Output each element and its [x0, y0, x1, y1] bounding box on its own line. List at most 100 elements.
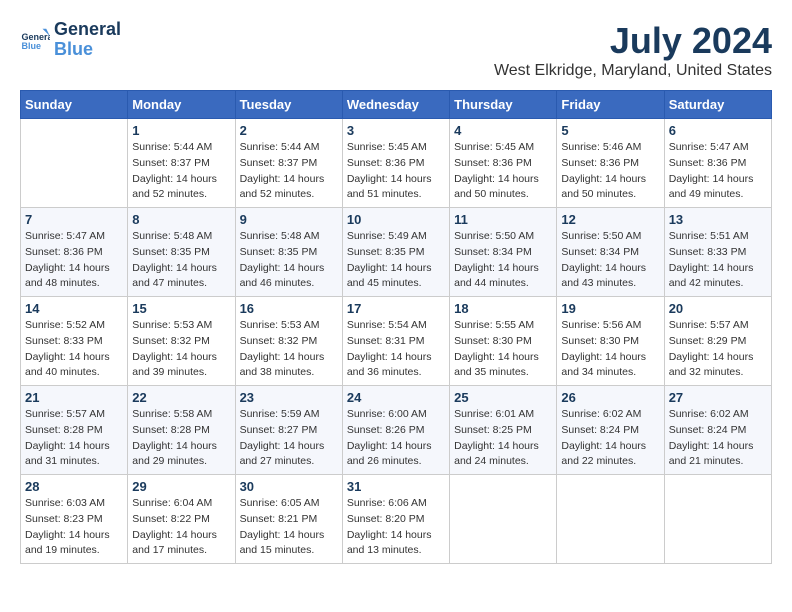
calendar-cell: 15 Sunrise: 5:53 AM Sunset: 8:32 PM Dayli… — [128, 297, 235, 386]
calendar-cell: 13 Sunrise: 5:51 AM Sunset: 8:33 PM Dayli… — [664, 208, 771, 297]
day-number: 5 — [561, 123, 659, 138]
calendar-cell: 4 Sunrise: 5:45 AM Sunset: 8:36 PM Daylig… — [450, 119, 557, 208]
day-number: 21 — [25, 390, 123, 405]
col-tuesday: Tuesday — [235, 91, 342, 119]
calendar-cell: 8 Sunrise: 5:48 AM Sunset: 8:35 PM Daylig… — [128, 208, 235, 297]
day-number: 16 — [240, 301, 338, 316]
day-info: Sunrise: 5:53 AM Sunset: 8:32 PM Dayligh… — [132, 318, 230, 381]
day-info: Sunrise: 5:54 AM Sunset: 8:31 PM Dayligh… — [347, 318, 445, 381]
calendar-cell: 6Sunrise: 5:47 AM Sunset: 8:36 PM Daylig… — [664, 119, 771, 208]
day-number: 28 — [25, 479, 123, 494]
day-number: 25 — [454, 390, 552, 405]
day-info: Sunrise: 6:03 AM Sunset: 8:23 PM Dayligh… — [25, 496, 123, 559]
col-friday: Friday — [557, 91, 664, 119]
week-row-3: 14 Sunrise: 5:52 AM Sunset: 8:33 PM Dayli… — [21, 297, 772, 386]
day-info: Sunrise: 5:46 AM Sunset: 8:36 PM Dayligh… — [561, 140, 659, 203]
week-row-4: 21Sunrise: 5:57 AM Sunset: 8:28 PM Dayli… — [21, 386, 772, 475]
day-info: Sunrise: 5:48 AM Sunset: 8:35 PM Dayligh… — [132, 229, 230, 292]
calendar-cell: 3Sunrise: 5:45 AM Sunset: 8:36 PM Daylig… — [342, 119, 449, 208]
day-number: 26 — [561, 390, 659, 405]
day-info: Sunrise: 6:00 AM Sunset: 8:26 PM Dayligh… — [347, 407, 445, 470]
day-number: 22 — [132, 390, 230, 405]
day-info: Sunrise: 6:04 AM Sunset: 8:22 PM Dayligh… — [132, 496, 230, 559]
calendar-cell: 12Sunrise: 5:50 AM Sunset: 8:34 PM Dayli… — [557, 208, 664, 297]
day-info: Sunrise: 5:58 AM Sunset: 8:28 PM Dayligh… — [132, 407, 230, 470]
day-info: Sunrise: 5:50 AM Sunset: 8:34 PM Dayligh… — [454, 229, 552, 292]
day-info: Sunrise: 5:59 AM Sunset: 8:27 PM Dayligh… — [240, 407, 338, 470]
calendar-cell: 18 Sunrise: 5:55 AM Sunset: 8:30 PM Dayli… — [450, 297, 557, 386]
day-info: Sunrise: 5:48 AM Sunset: 8:35 PM Dayligh… — [240, 229, 338, 292]
calendar-cell: 9Sunrise: 5:48 AM Sunset: 8:35 PM Daylig… — [235, 208, 342, 297]
day-number: 11 — [454, 212, 552, 227]
calendar-cell — [450, 475, 557, 564]
day-info: Sunrise: 5:55 AM Sunset: 8:30 PM Dayligh… — [454, 318, 552, 381]
day-number: 24 — [347, 390, 445, 405]
calendar-cell: 25 Sunrise: 6:01 AM Sunset: 8:25 PM Dayli… — [450, 386, 557, 475]
week-row-1: 1 Sunrise: 5:44 AM Sunset: 8:37 PM Daylig… — [21, 119, 772, 208]
col-saturday: Saturday — [664, 91, 771, 119]
calendar-cell: 16 Sunrise: 5:53 AM Sunset: 8:32 PM Dayli… — [235, 297, 342, 386]
week-row-2: 7 Sunrise: 5:47 AM Sunset: 8:36 PM Daylig… — [21, 208, 772, 297]
calendar-cell: 2 Sunrise: 5:44 AM Sunset: 8:37 PM Daylig… — [235, 119, 342, 208]
day-number: 10 — [347, 212, 445, 227]
day-number: 8 — [132, 212, 230, 227]
day-number: 29 — [132, 479, 230, 494]
month-year-title: July 2024 — [494, 20, 772, 62]
day-number: 20 — [669, 301, 767, 316]
day-info: Sunrise: 5:50 AM Sunset: 8:34 PM Dayligh… — [561, 229, 659, 292]
title-section: July 2024 West Elkridge, Maryland, Unite… — [494, 20, 772, 80]
calendar-cell: 31 Sunrise: 6:06 AM Sunset: 8:20 PM Dayli… — [342, 475, 449, 564]
day-number: 15 — [132, 301, 230, 316]
calendar-cell — [557, 475, 664, 564]
day-info: Sunrise: 5:49 AM Sunset: 8:35 PM Dayligh… — [347, 229, 445, 292]
calendar-cell: 24 Sunrise: 6:00 AM Sunset: 8:26 PM Dayli… — [342, 386, 449, 475]
day-info: Sunrise: 5:47 AM Sunset: 8:36 PM Dayligh… — [25, 229, 123, 292]
day-info: Sunrise: 5:44 AM Sunset: 8:37 PM Dayligh… — [132, 140, 230, 203]
day-number: 31 — [347, 479, 445, 494]
logo-icon: General Blue — [20, 25, 50, 55]
calendar-cell: 17 Sunrise: 5:54 AM Sunset: 8:31 PM Dayli… — [342, 297, 449, 386]
col-sunday: Sunday — [21, 91, 128, 119]
day-number: 4 — [454, 123, 552, 138]
day-info: Sunrise: 5:44 AM Sunset: 8:37 PM Dayligh… — [240, 140, 338, 203]
col-monday: Monday — [128, 91, 235, 119]
day-number: 30 — [240, 479, 338, 494]
day-info: Sunrise: 5:47 AM Sunset: 8:36 PM Dayligh… — [669, 140, 767, 203]
calendar-cell: 30 Sunrise: 6:05 AM Sunset: 8:21 PM Dayli… — [235, 475, 342, 564]
svg-text:Blue: Blue — [22, 41, 42, 51]
calendar-cell: 20 Sunrise: 5:57 AM Sunset: 8:29 PM Dayli… — [664, 297, 771, 386]
day-number: 18 — [454, 301, 552, 316]
calendar-header-row: Sunday Monday Tuesday Wednesday Thursday… — [21, 91, 772, 119]
day-number: 14 — [25, 301, 123, 316]
day-info: Sunrise: 6:06 AM Sunset: 8:20 PM Dayligh… — [347, 496, 445, 559]
day-number: 17 — [347, 301, 445, 316]
logo-text: GeneralBlue — [54, 20, 121, 60]
calendar-cell: 19Sunrise: 5:56 AM Sunset: 8:30 PM Dayli… — [557, 297, 664, 386]
week-row-5: 28 Sunrise: 6:03 AM Sunset: 8:23 PM Dayli… — [21, 475, 772, 564]
day-number: 7 — [25, 212, 123, 227]
day-info: Sunrise: 5:53 AM Sunset: 8:32 PM Dayligh… — [240, 318, 338, 381]
calendar-cell: 21Sunrise: 5:57 AM Sunset: 8:28 PM Dayli… — [21, 386, 128, 475]
day-number: 2 — [240, 123, 338, 138]
calendar-cell: 5 Sunrise: 5:46 AM Sunset: 8:36 PM Daylig… — [557, 119, 664, 208]
calendar-cell: 22 Sunrise: 5:58 AM Sunset: 8:28 PM Dayli… — [128, 386, 235, 475]
calendar-cell: 7 Sunrise: 5:47 AM Sunset: 8:36 PM Daylig… — [21, 208, 128, 297]
day-number: 1 — [132, 123, 230, 138]
day-number: 27 — [669, 390, 767, 405]
day-number: 23 — [240, 390, 338, 405]
day-info: Sunrise: 5:52 AM Sunset: 8:33 PM Dayligh… — [25, 318, 123, 381]
day-info: Sunrise: 6:05 AM Sunset: 8:21 PM Dayligh… — [240, 496, 338, 559]
calendar-cell: 14 Sunrise: 5:52 AM Sunset: 8:33 PM Dayli… — [21, 297, 128, 386]
calendar-cell: 10 Sunrise: 5:49 AM Sunset: 8:35 PM Dayli… — [342, 208, 449, 297]
col-wednesday: Wednesday — [342, 91, 449, 119]
day-info: Sunrise: 5:51 AM Sunset: 8:33 PM Dayligh… — [669, 229, 767, 292]
day-number: 13 — [669, 212, 767, 227]
calendar-cell: 28 Sunrise: 6:03 AM Sunset: 8:23 PM Dayli… — [21, 475, 128, 564]
day-info: Sunrise: 6:02 AM Sunset: 8:24 PM Dayligh… — [669, 407, 767, 470]
location-subtitle: West Elkridge, Maryland, United States — [494, 62, 772, 80]
day-info: Sunrise: 6:01 AM Sunset: 8:25 PM Dayligh… — [454, 407, 552, 470]
day-info: Sunrise: 5:45 AM Sunset: 8:36 PM Dayligh… — [454, 140, 552, 203]
calendar-cell: 23 Sunrise: 5:59 AM Sunset: 8:27 PM Dayli… — [235, 386, 342, 475]
calendar-cell — [664, 475, 771, 564]
day-info: Sunrise: 5:57 AM Sunset: 8:29 PM Dayligh… — [669, 318, 767, 381]
